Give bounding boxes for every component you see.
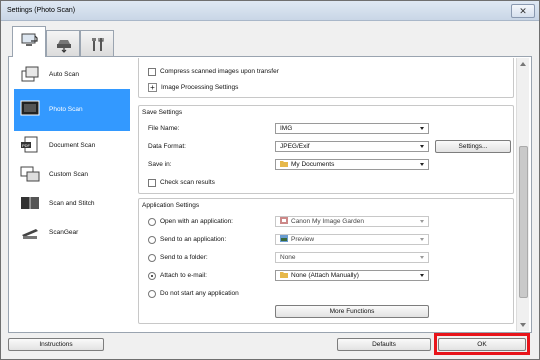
send-app-label: Send to an application:	[160, 236, 227, 243]
sidebar-item-custom-scan[interactable]: Custom Scan	[14, 160, 130, 189]
application-settings-title: Application Settings	[142, 202, 200, 209]
save-settings-group: Save Settings File Name: IMG Data Format…	[138, 105, 514, 194]
send-folder-radio[interactable]	[148, 254, 156, 262]
send-folder-value: None	[280, 254, 296, 261]
expand-icon[interactable]: +	[148, 83, 157, 92]
tools-icon	[92, 38, 104, 51]
scangear-icon	[22, 229, 38, 239]
auto-scan-icon	[21, 66, 39, 82]
tab-scan-from-computer[interactable]	[12, 26, 46, 57]
check-results-checkbox[interactable]	[148, 179, 156, 187]
attach-email-value: None (Attach Manually)	[291, 272, 359, 279]
sidebar-item-label: Photo Scan	[49, 106, 83, 113]
save-settings-title: Save Settings	[142, 109, 183, 116]
scroll-up-icon[interactable]	[520, 62, 526, 66]
close-button[interactable]: ✕	[511, 4, 535, 18]
custom-scan-icon	[20, 166, 40, 182]
check-results-label: Check scan results	[160, 179, 215, 186]
open-app-select[interactable]: Canon My Image Garden	[275, 216, 429, 227]
title-bar: Settings (Photo Scan) ✕	[1, 1, 539, 21]
image-processing-label: Image Processing Settings	[161, 84, 239, 91]
no-start-radio[interactable]	[148, 290, 156, 298]
folder-icon	[280, 161, 288, 167]
photo-scan-icon	[20, 100, 40, 116]
stitch-icon	[21, 196, 39, 210]
sidebar-item-label: Scan and Stitch	[49, 200, 95, 207]
no-start-label: Do not start any application	[160, 290, 239, 297]
chevron-down-icon[interactable]	[420, 256, 424, 259]
window-title: Settings (Photo Scan)	[7, 7, 76, 14]
sidebar-item-label: ScanGear	[49, 229, 79, 236]
save-in-value: My Documents	[291, 161, 335, 168]
preview-icon	[280, 235, 288, 242]
compress-checkbox[interactable]	[148, 68, 156, 76]
attach-email-label: Attach to e-mail:	[160, 272, 207, 279]
vertical-scrollbar[interactable]	[516, 58, 529, 331]
sidebar-item-label: Document Scan	[49, 142, 96, 149]
instructions-button[interactable]: Instructions	[8, 338, 104, 351]
chevron-down-icon[interactable]	[420, 274, 424, 277]
scanner-icon	[57, 40, 71, 53]
document-scan-icon: PDF	[21, 136, 38, 153]
send-app-radio[interactable]	[148, 236, 156, 244]
open-app-label: Open with an application:	[160, 218, 233, 225]
chevron-down-icon[interactable]	[420, 163, 424, 166]
send-folder-label: Send to a folder:	[160, 254, 208, 261]
chevron-down-icon[interactable]	[420, 145, 424, 148]
save-in-label: Save in:	[148, 161, 172, 168]
ok-highlight-frame	[434, 333, 530, 355]
chevron-down-icon[interactable]	[420, 127, 424, 130]
file-name-value: IMG	[280, 125, 293, 132]
computer-scan-icon	[21, 33, 38, 46]
send-app-select[interactable]: Preview	[275, 234, 429, 245]
file-name-label: File Name:	[148, 125, 180, 132]
format-settings-button[interactable]: Settings...	[435, 140, 511, 153]
scroll-down-icon[interactable]	[520, 323, 526, 327]
sidebar-item-scangear[interactable]: ScanGear	[14, 218, 130, 247]
sidebar-item-scan-and-stitch[interactable]: Scan and Stitch	[14, 189, 130, 218]
attach-email-select[interactable]: None (Attach Manually)	[275, 270, 429, 281]
chevron-down-icon[interactable]	[420, 220, 424, 223]
sidebar-item-document-scan[interactable]: PDF Document Scan	[14, 131, 130, 160]
folder-icon	[280, 272, 288, 278]
more-functions-button[interactable]: More Functions	[275, 305, 429, 318]
compress-label: Compress scanned images upon transfer	[160, 68, 279, 75]
settings-content: Compress scanned images upon transfer + …	[136, 58, 529, 331]
data-format-label: Data Format:	[148, 143, 186, 150]
file-name-combo[interactable]: IMG	[275, 123, 429, 134]
chevron-down-icon[interactable]	[420, 238, 424, 241]
attach-email-radio[interactable]	[148, 272, 156, 280]
scan-mode-list: Auto Scan Photo Scan PDF Document Scan C…	[14, 60, 130, 247]
sidebar-item-label: Custom Scan	[49, 171, 89, 178]
send-app-value: Preview	[291, 236, 315, 243]
image-processing-group: Compress scanned images upon transfer + …	[138, 58, 514, 98]
application-settings-group: Application Settings Open with an applic…	[138, 198, 514, 324]
app-icon	[280, 217, 288, 224]
defaults-button[interactable]: Defaults	[337, 338, 431, 351]
save-in-select[interactable]: My Documents	[275, 159, 429, 170]
sidebar-item-photo-scan[interactable]: Photo Scan	[14, 89, 130, 131]
sidebar-item-auto-scan[interactable]: Auto Scan	[14, 60, 130, 89]
svg-text:PDF: PDF	[22, 143, 31, 148]
data-format-select[interactable]: JPEG/Exif	[275, 141, 429, 152]
open-app-value: Canon My Image Garden	[291, 218, 364, 225]
data-format-value: JPEG/Exif	[280, 143, 310, 150]
scroll-thumb[interactable]	[519, 146, 528, 298]
tab-strip	[12, 26, 132, 57]
tab-general-settings[interactable]	[80, 30, 114, 56]
tab-scan-from-panel[interactable]	[46, 30, 80, 56]
sidebar-item-label: Auto Scan	[49, 71, 79, 78]
send-folder-select[interactable]: None	[275, 252, 429, 263]
open-app-radio[interactable]	[148, 218, 156, 226]
